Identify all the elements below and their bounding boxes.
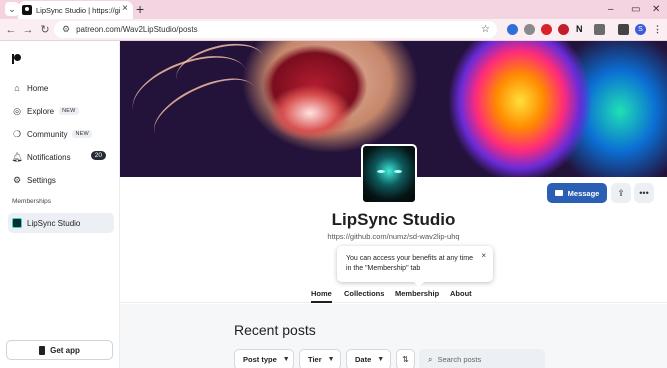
tab-home[interactable]: Home [311,289,332,303]
tab-collections[interactable]: Collections [344,289,384,298]
browser-tab-title: LipSync Studio | https://github.com/numz… [36,5,120,15]
browser-tab-bar: ⌄ LipSync Studio | https://github.com/nu… [0,0,667,19]
creator-avatar [361,144,417,204]
close-window-icon[interactable]: ✕ [652,0,660,19]
close-tab-icon[interactable]: × [122,3,128,14]
creator-url: https://github.com/numz/sd-wav2lip-uhq [327,232,460,241]
extension-n-icon[interactable]: N [576,22,583,37]
sidebar-item-lipsync-studio[interactable]: LipSync Studio [8,213,114,233]
sidebar-item-label: Community [27,129,68,139]
membership-tooltip: You can access your benefits at any time… [337,246,493,287]
recent-posts-heading: Recent posts [234,322,316,338]
sidebar-item-notifications[interactable]: 🔔︎ Notifications 20 [8,147,114,167]
new-badge: NEW [59,107,79,115]
message-label: Message [567,188,600,198]
get-app-button[interactable]: Get app [6,340,113,360]
sidebar-item-label: Home [27,83,49,93]
memberships-heading: Memberships [12,198,52,205]
sidebar-item-settings[interactable]: ⚙ Settings [8,170,114,190]
back-icon[interactable]: ← [4,22,18,38]
sidebar-item-explore[interactable]: ◎ Explore NEW [8,101,114,121]
reload-icon[interactable]: ↻ [38,22,52,38]
extension-icon[interactable] [507,24,518,35]
date-filter[interactable]: Date ▼ [346,349,391,368]
chat-icon: ❍ [12,128,22,139]
share-icon: ⇪ [617,187,625,198]
main-content: Message ⇪ ••• LipSync Studio https://git… [120,41,667,368]
sidebar-item-home[interactable]: ⌂ Home [8,78,114,98]
extension-icon[interactable] [524,24,535,35]
browser-menu-icon[interactable]: ⋮ [653,22,662,37]
restore-icon[interactable]: ▭ [631,0,640,19]
extension-icon[interactable] [541,24,552,35]
filter-label: Tier [308,355,322,364]
phone-icon [39,345,46,355]
tab-about[interactable]: About [450,289,472,298]
profile-avatar[interactable]: S [635,24,646,35]
chevron-down-icon: ▼ [377,356,385,363]
extensions-puzzle-icon[interactable] [594,24,605,35]
sidebar: ⌂ Home ◎ Explore NEW ❍ Community NEW 🔔︎ … [0,41,120,368]
more-icon: ••• [639,188,649,198]
forward-icon[interactable]: → [21,22,35,38]
search-placeholder: Search posts [437,355,482,364]
new-tab-icon[interactable]: + [136,0,144,19]
new-badge: NEW [72,130,92,138]
patreon-favicon-icon [22,5,32,15]
site-info-icon[interactable]: ⚙ [62,24,70,35]
compass-icon: ◎ [13,105,21,116]
chevron-down-icon: ▼ [327,356,335,363]
browser-toolbar: ← → ↻ ⚙ patreon.com/Wav2LipStudio/posts … [0,19,667,41]
address-url: patreon.com/Wav2LipStudio/posts [76,25,198,34]
search-posts-input[interactable]: ⌕ Search posts [419,349,545,368]
media-controls-icon[interactable] [618,24,629,35]
notification-count-badge: 20 [90,151,106,160]
tier-filter[interactable]: Tier ▼ [299,349,341,368]
gear-icon: ⚙ [12,174,22,185]
sort-button[interactable]: ⇅ [396,349,415,368]
post-type-filter[interactable]: Post type ▼ [234,349,294,368]
profile-tabs: Home Collections Membership About [120,285,667,303]
sidebar-item-label: Explore [27,106,55,116]
search-icon: ⌕ [428,354,433,364]
tab-membership[interactable]: Membership [395,289,439,298]
message-button[interactable]: Message [547,183,607,203]
close-tooltip-icon[interactable]: × [481,251,486,260]
get-app-label: Get app [50,345,80,355]
address-bar[interactable]: ⚙ patreon.com/Wav2LipStudio/posts ☆ [54,21,497,38]
home-icon: ⌂ [14,83,20,93]
filter-label: Date [355,355,372,364]
sidebar-item-label: Notifications [27,152,71,162]
extension-icon[interactable] [558,24,569,35]
sidebar-item-label: LipSync Studio [27,218,81,228]
tab-search-icon[interactable]: ⌄ [5,2,19,16]
creator-name: LipSync Studio [331,210,456,229]
share-button[interactable]: ⇪ [611,183,631,203]
bell-icon: 🔔︎ [11,151,23,162]
sidebar-item-community[interactable]: ❍ Community NEW [8,124,114,144]
posts-feed: Recent posts Post type ▼ Tier ▼ Date ▼ ⇅… [120,304,667,368]
bookmark-star-icon[interactable]: ☆ [481,21,490,38]
sidebar-item-label: Settings [27,175,56,185]
browser-tab[interactable]: LipSync Studio | https://github.com/numz… [18,1,133,19]
patreon-logo-icon[interactable] [12,54,21,64]
creator-avatar [12,218,22,228]
minimize-icon[interactable]: – [608,0,614,19]
filter-label: Post type [243,355,277,364]
sort-icon: ⇅ [402,355,409,364]
tooltip-text: You can access your benefits at any time… [346,255,473,272]
envelope-icon [554,190,563,196]
more-options-button[interactable]: ••• [634,183,654,203]
chevron-down-icon: ▼ [282,356,290,363]
